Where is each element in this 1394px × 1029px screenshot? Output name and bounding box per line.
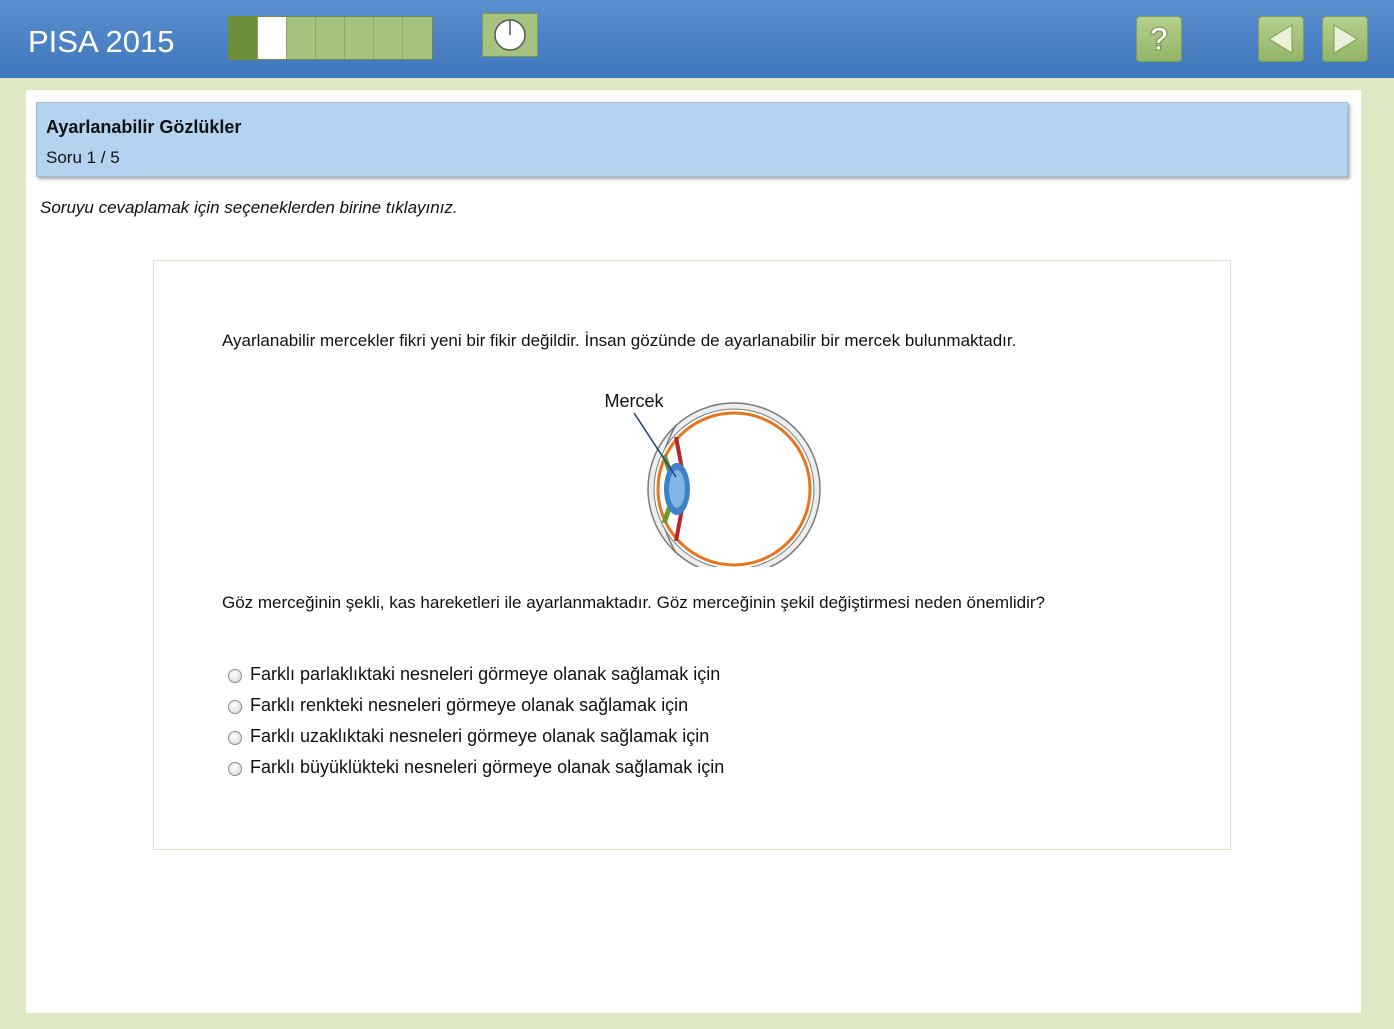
answer-options: Farklı parlaklıktaki nesneleri görmeye o… [228, 659, 724, 783]
radio-button[interactable] [228, 700, 242, 714]
app-title: PISA 2015 [28, 24, 175, 59]
option-label: Farklı büyüklükteki nesneleri görmeye ol… [250, 757, 725, 777]
previous-button[interactable] [1258, 16, 1304, 62]
progress-indicator [228, 16, 433, 60]
answer-option-2[interactable]: Farklı renkteki nesneleri görmeye olanak… [228, 690, 724, 721]
option-label: Farklı parlaklıktaki nesneleri görmeye o… [250, 664, 721, 684]
progress-segment [316, 17, 345, 59]
radio-button[interactable] [228, 762, 242, 776]
instruction-text: Soruyu cevaplamak için seçeneklerden bir… [40, 198, 458, 217]
answer-option-1[interactable]: Farklı parlaklıktaki nesneleri görmeye o… [228, 659, 724, 690]
unit-header: Ayarlanabilir Gözlükler Soru 1 / 5 [36, 102, 1348, 177]
progress-segment [229, 17, 258, 59]
answer-option-4[interactable]: Farklı büyüklükteki nesneleri görmeye ol… [228, 752, 724, 783]
svg-text:?: ? [1149, 22, 1169, 56]
progress-segment [345, 17, 374, 59]
stimulus-box: Ayarlanabilir mercekler fikri yeni bir f… [153, 260, 1231, 850]
arrow-left-icon [1268, 24, 1293, 54]
question-text: Göz merceğinin şekli, kas hareketleri il… [222, 593, 1045, 612]
intro-text: Ayarlanabilir mercekler fikri yeni bir f… [222, 331, 1017, 350]
arrow-right-icon [1333, 24, 1358, 54]
lens-label: Mercek [604, 391, 664, 411]
question-counter: Soru 1 / 5 [46, 148, 120, 167]
progress-segment-current [258, 17, 287, 59]
answer-option-3[interactable]: Farklı uzaklıktaki nesneleri görmeye ola… [228, 721, 724, 752]
progress-segment [287, 17, 316, 59]
next-button[interactable] [1322, 16, 1368, 62]
question-mark-icon: ? [1149, 22, 1170, 56]
help-button[interactable]: ? [1136, 16, 1182, 62]
eye-diagram: Mercek [604, 391, 821, 567]
option-label: Farklı uzaklıktaki nesneleri görmeye ola… [250, 726, 710, 746]
clock-icon [494, 19, 526, 51]
question-panel: Ayarlanabilir Gözlükler Soru 1 / 5 Soruy… [26, 90, 1361, 1013]
unit-title: Ayarlanabilir Gözlükler [46, 117, 242, 137]
option-label: Farklı renkteki nesneleri görmeye olanak… [250, 695, 689, 715]
progress-segment [374, 17, 403, 59]
radio-button[interactable] [228, 669, 242, 683]
progress-segment [403, 17, 432, 59]
top-toolbar: PISA 2015 ? [0, 0, 1394, 78]
timer-button[interactable] [482, 13, 538, 57]
radio-button[interactable] [228, 731, 242, 745]
content-frame: Ayarlanabilir Gözlükler Soru 1 / 5 Soruy… [0, 78, 1394, 1029]
